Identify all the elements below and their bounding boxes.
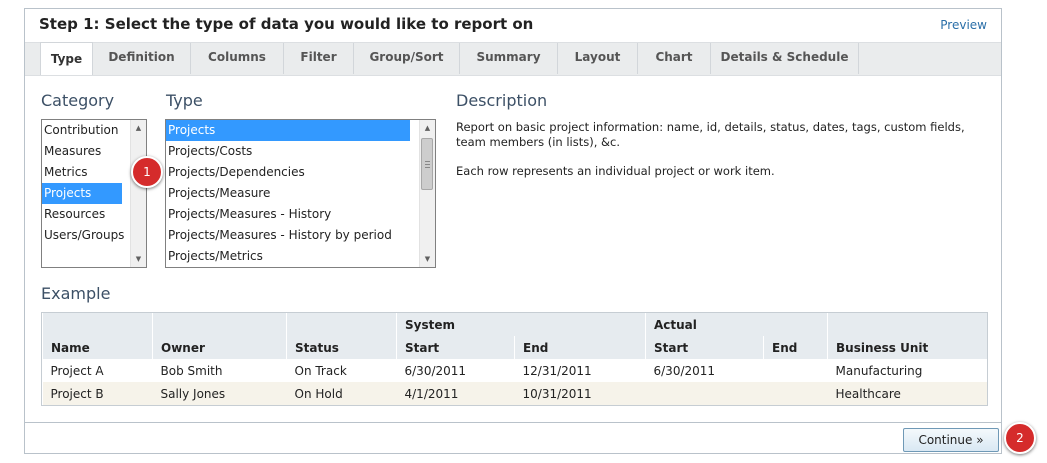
- table-cell: [763, 359, 828, 382]
- callout-badge-2: 2: [1004, 422, 1036, 454]
- column-header-actual-start: Start: [645, 336, 764, 359]
- table-cell: 6/30/2011: [645, 359, 764, 382]
- column-header-actual-end: End: [763, 336, 828, 359]
- table-cell: Bob Smith: [152, 359, 287, 382]
- scroll-down-arrow-icon[interactable]: ▼: [420, 251, 435, 267]
- column-header-status: Status: [286, 336, 397, 359]
- type-item-projects[interactable]: Projects: [166, 120, 410, 141]
- tab-columns[interactable]: Columns: [191, 43, 284, 74]
- callout-badge-1: 1: [131, 156, 163, 188]
- type-item-projects-metrics[interactable]: Projects/Metrics: [166, 246, 435, 267]
- scroll-up-arrow-icon[interactable]: ▲: [131, 120, 146, 136]
- wizard-tabs: Type Definition Columns Filter Group/Sor…: [25, 42, 1001, 76]
- example-table: System Actual Name Owner Status Start En…: [41, 312, 988, 406]
- tab-group-sort[interactable]: Group/Sort: [354, 43, 460, 74]
- step-title: Step 1: Select the type of data you woul…: [39, 15, 534, 33]
- table-cell: On Track: [286, 359, 397, 382]
- type-item-projects-measure[interactable]: Projects/Measure: [166, 183, 435, 204]
- table-cell: Project B: [42, 382, 153, 405]
- table-cell: 10/31/2011: [514, 382, 646, 405]
- table-cell: [645, 382, 764, 405]
- description-label: Description: [456, 91, 548, 110]
- table-cell: [763, 382, 828, 405]
- scroll-down-arrow-icon[interactable]: ▼: [131, 251, 146, 267]
- type-item-projects-measures-history[interactable]: Projects/Measures - History: [166, 204, 435, 225]
- table-cell: Healthcare: [827, 382, 987, 405]
- table-cell: Project A: [42, 359, 153, 382]
- group-header-actual: Actual: [645, 313, 828, 336]
- tab-layout[interactable]: Layout: [558, 43, 638, 74]
- table-row: Project B Sally Jones On Hold 4/1/2011 1…: [42, 382, 987, 405]
- tab-filter[interactable]: Filter: [284, 43, 354, 74]
- wizard-header: Step 1: Select the type of data you woul…: [25, 9, 1001, 41]
- column-header-owner: Owner: [152, 336, 287, 359]
- tab-definition[interactable]: Definition: [93, 43, 191, 74]
- table-cell: On Hold: [286, 382, 397, 405]
- tab-details-schedule[interactable]: Details & Schedule: [711, 43, 859, 74]
- type-scrollbar[interactable]: ▲ ▼: [419, 120, 435, 267]
- column-header-name: Name: [42, 336, 153, 359]
- description-row-note: Each row represents an individual projec…: [456, 164, 775, 178]
- type-item-projects-measures-history-by-period[interactable]: Projects/Measures - History by period: [166, 225, 435, 246]
- report-wizard-panel: Step 1: Select the type of data you woul…: [24, 8, 1002, 454]
- tab-chart[interactable]: Chart: [638, 43, 711, 74]
- type-listbox[interactable]: Projects Projects/Costs Projects/Depende…: [165, 119, 436, 268]
- column-header-system-start: Start: [396, 336, 515, 359]
- table-cell: Manufacturing: [827, 359, 987, 382]
- type-item-projects-dependencies[interactable]: Projects/Dependencies: [166, 162, 435, 183]
- table-cell: 6/30/2011: [396, 359, 515, 382]
- column-header-system-end: End: [514, 336, 646, 359]
- category-item-projects[interactable]: Projects: [42, 183, 122, 204]
- table-cell: 4/1/2011: [396, 382, 515, 405]
- group-header-system: System: [396, 313, 646, 336]
- type-label: Type: [166, 91, 203, 110]
- preview-link[interactable]: Preview: [940, 18, 987, 32]
- table-row: Project A Bob Smith On Track 6/30/2011 1…: [42, 359, 987, 382]
- category-label: Category: [41, 91, 115, 110]
- continue-button[interactable]: Continue »: [903, 428, 999, 452]
- description-text: Report on basic project information: nam…: [456, 120, 965, 149]
- column-header-business-unit: Business Unit: [827, 336, 987, 359]
- category-scrollbar[interactable]: ▲ ▼: [130, 120, 146, 267]
- wizard-footer: Continue »: [25, 422, 1001, 455]
- tab-type[interactable]: Type: [40, 42, 93, 75]
- category-listbox[interactable]: Contribution Measures Metrics Projects R…: [41, 119, 147, 268]
- scroll-thumb[interactable]: [421, 138, 433, 190]
- scroll-up-arrow-icon[interactable]: ▲: [420, 120, 435, 136]
- table-cell: 12/31/2011: [514, 359, 646, 382]
- example-label: Example: [41, 284, 111, 303]
- tab-summary[interactable]: Summary: [460, 43, 558, 74]
- type-item-projects-costs[interactable]: Projects/Costs: [166, 141, 435, 162]
- table-cell: Sally Jones: [152, 382, 287, 405]
